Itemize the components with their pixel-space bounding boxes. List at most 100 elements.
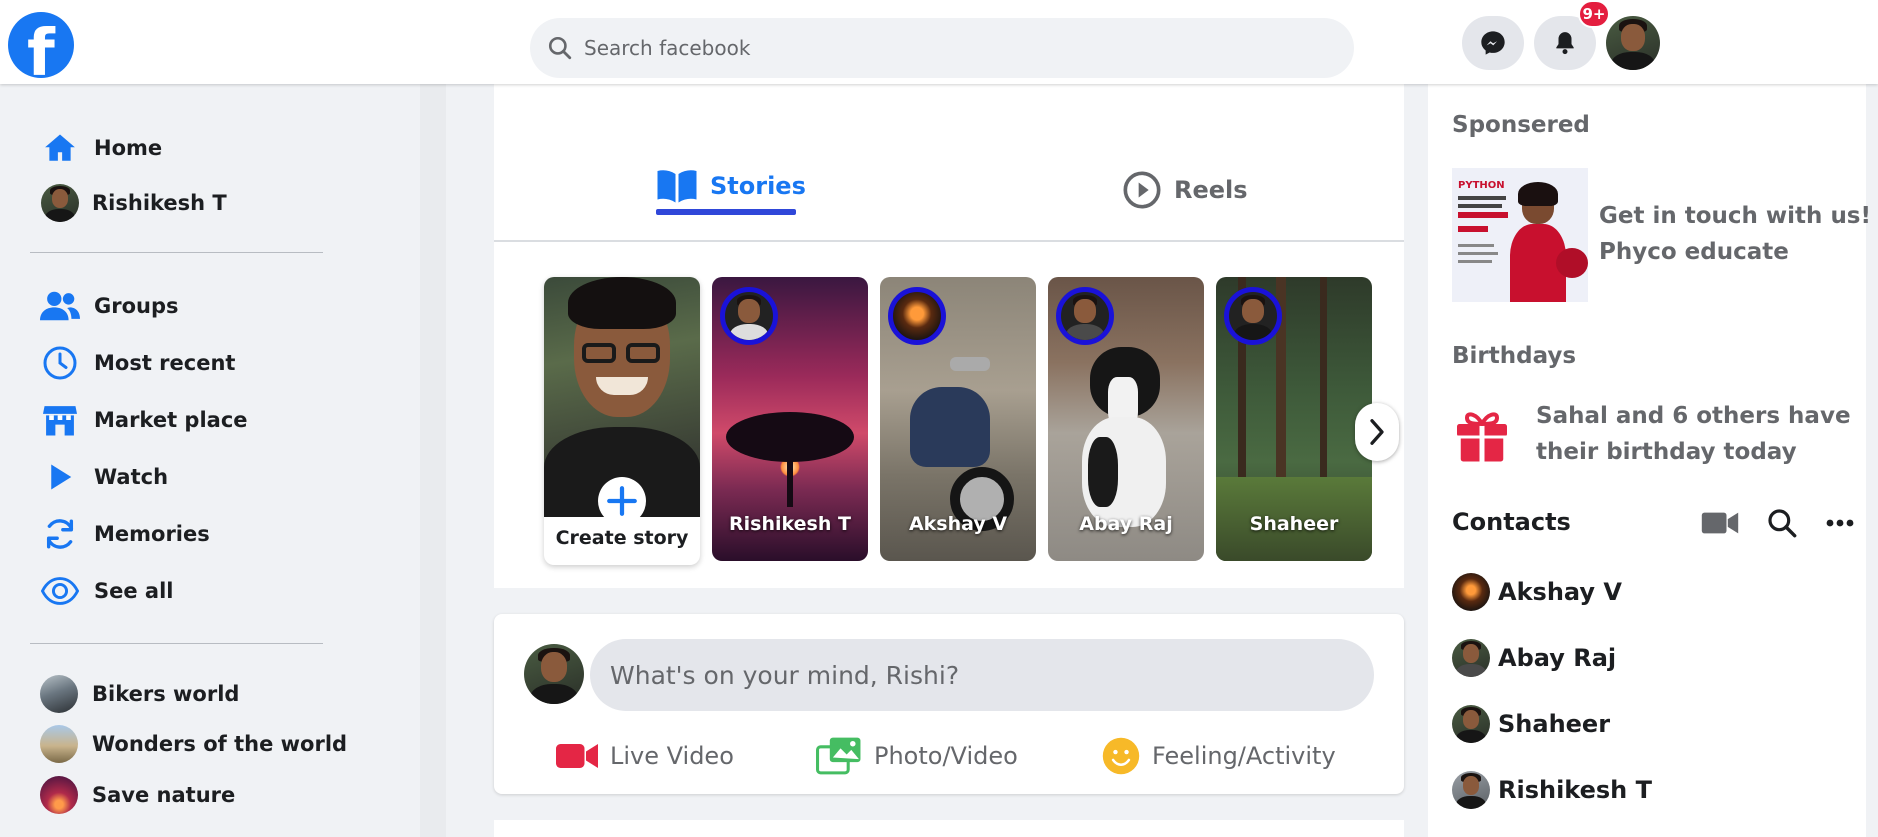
sidebar-group-bikers-world[interactable]: Bikers world [40,674,239,714]
top-bar: f 9+ [0,0,1878,84]
search-icon [1768,509,1797,538]
notification-badge: 9+ [1578,0,1610,28]
create-story-photo [544,277,700,517]
sidebar-item-see-all[interactable]: See all [40,571,174,611]
create-story-card[interactable]: Create story [544,277,700,565]
story-avatar [720,287,778,345]
sidebar-divider [30,643,323,644]
story-card[interactable]: Shaheer [1216,277,1372,561]
sidebar-group-wonders[interactable]: Wonders of the world [40,724,347,764]
story-name: Rishikesh T [729,513,851,535]
groups-icon [40,286,80,326]
photo-video-button[interactable]: Photo/Video [816,734,1018,778]
ad-line-1: Get in touch with us! [1599,203,1871,229]
story-avatar [1224,287,1282,345]
live-video-button[interactable]: Live Video [556,734,734,778]
home-icon [40,128,80,168]
sidebar-item-home[interactable]: Home [40,128,162,168]
messenger-icon [1481,31,1505,55]
contact-item[interactable]: Rishikesh T [1452,770,1652,810]
birthdays-title: Birthdays [1452,343,1577,369]
tab-label: Reels [1174,176,1248,204]
feeling-activity-button[interactable]: Feeling/Activity [1102,734,1336,778]
clock-icon [40,343,80,383]
profile-avatar [41,184,79,222]
birthday-text[interactable]: Sahal and 6 others have their birthday t… [1536,398,1851,470]
sidebar-item-label: Market place [94,408,248,432]
sidebar-item-groups[interactable]: Groups [40,286,179,326]
group-thumbnail [40,675,78,713]
contact-name: Akshay V [1498,578,1622,606]
story-avatar [1056,287,1114,345]
ad-line-2: Phyco educate [1599,239,1789,265]
video-call-button[interactable] [1700,505,1740,541]
group-thumbnail [40,725,78,763]
search-icon [548,36,572,60]
action-label: Feeling/Activity [1152,742,1336,770]
tab-reels[interactable]: Reels [1122,170,1248,210]
sidebar-item-label: Watch [94,465,169,489]
search-box[interactable] [530,18,1354,78]
photo-gallery-icon [816,737,861,775]
sidebar-item-label: Memories [94,522,210,546]
contacts-title: Contacts [1452,508,1571,536]
contact-item[interactable]: Akshay V [1452,572,1622,612]
sidebar-item-watch[interactable]: Watch [40,457,168,497]
story-card[interactable]: Abay Raj [1048,277,1204,561]
contact-item[interactable]: Shaheer [1452,704,1610,744]
add-story-button[interactable] [598,477,646,525]
gift-icon [1457,412,1507,462]
contact-avatar [1452,771,1490,809]
sidebar-item-profile[interactable]: Rishikesh T [40,183,227,223]
stories-next-button[interactable] [1355,403,1399,461]
action-label: Live Video [610,742,734,770]
sidebar-item-label: Most recent [94,351,236,375]
create-story-label: Create story [555,527,689,549]
sidebar-group-save-nature[interactable]: Save nature [40,775,235,815]
whats-on-your-mind-input[interactable] [590,639,1374,711]
sidebar-item-label: Wonders of the world [92,732,348,756]
contact-name: Rishikesh T [1498,776,1652,804]
sidebar-item-market-place[interactable]: Market place [40,400,248,440]
group-thumbnail [40,776,78,814]
active-tab-indicator [656,209,796,215]
contact-item[interactable]: Abay Raj [1452,638,1616,678]
tabs-divider [494,240,1404,242]
facebook-logo[interactable]: f [8,12,74,78]
contact-name: Abay Raj [1498,644,1617,672]
story-name: Shaheer [1249,513,1339,535]
contact-avatar [1452,639,1490,677]
book-icon [657,170,697,203]
tab-stories[interactable]: Stories [656,168,806,204]
story-card[interactable]: Rishikesh T [712,277,868,561]
ad-text[interactable]: Get in touch with us! Phyco educate [1599,198,1871,270]
smiley-icon [1102,737,1140,775]
sidebar-item-label: See all [94,579,174,603]
story-name: Akshay V [908,513,1008,535]
store-icon [40,400,80,440]
chevron-right-icon [1370,419,1384,445]
sidebar-divider [30,252,323,253]
sidebar-item-label: Save nature [92,783,236,807]
messenger-button[interactable] [1462,16,1524,70]
contacts-search-button[interactable] [1762,505,1802,541]
sidebar-item-memories[interactable]: Memories [40,514,210,554]
video-camera-icon [556,744,598,768]
sidebar-item-label: Bikers world [92,682,240,706]
sidebar-item-most-recent[interactable]: Most recent [40,343,235,383]
contacts-more-button[interactable] [1820,505,1860,541]
contact-name: Shaheer [1498,710,1611,738]
story-name: Abay Raj [1079,513,1173,535]
account-avatar[interactable] [1606,16,1660,70]
story-card[interactable]: Akshay V [880,277,1036,561]
sidebar-item-label: Rishikesh T [92,191,227,215]
play-icon [40,457,80,497]
play-circle-icon [1123,171,1161,209]
sidebar-item-label: Home [94,136,163,160]
plus-icon [605,484,639,518]
contact-avatar [1452,573,1490,611]
contact-avatar [1452,705,1490,743]
search-input[interactable] [582,18,1322,78]
action-label: Photo/Video [874,742,1018,770]
ad-image[interactable]: PYTHON [1452,168,1588,302]
